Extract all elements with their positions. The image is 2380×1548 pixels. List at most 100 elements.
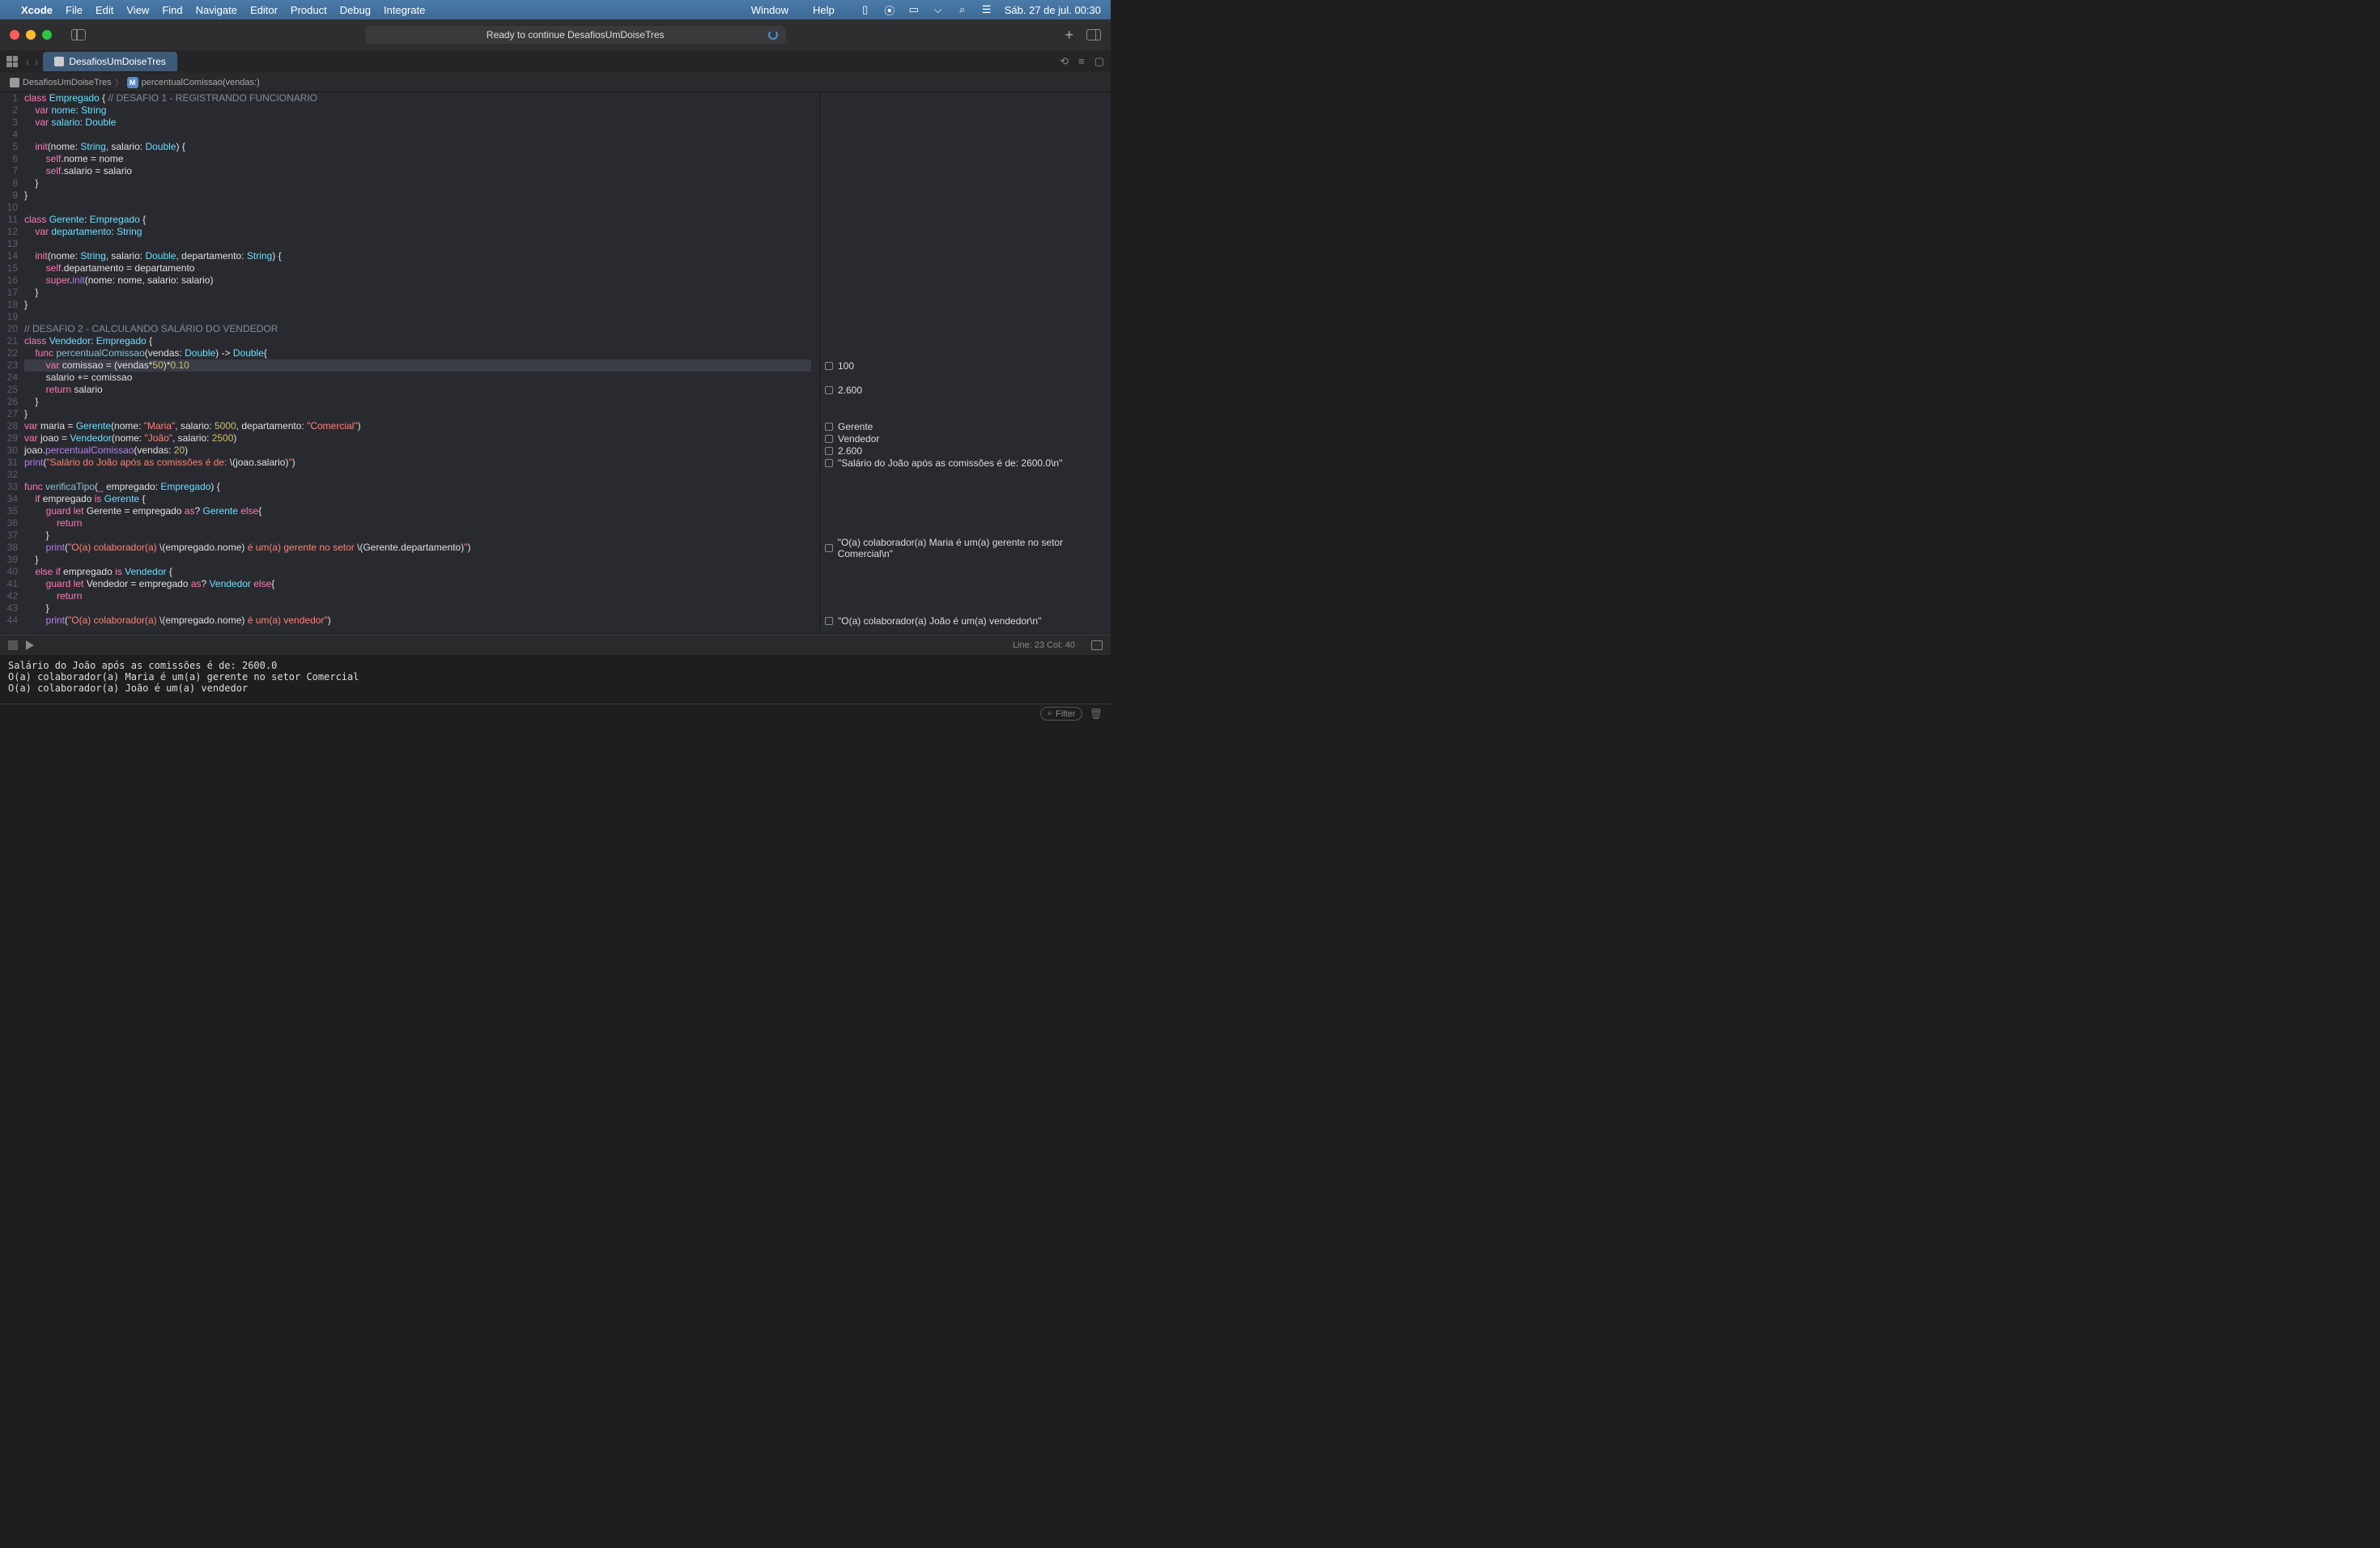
code-line[interactable]: var salario: Double: [24, 117, 811, 129]
close-button[interactable]: [10, 30, 19, 40]
code-line[interactable]: var nome: String: [24, 104, 811, 117]
screen-record-icon[interactable]: ⦿: [883, 3, 896, 16]
code-line[interactable]: }: [24, 408, 811, 420]
related-items-icon[interactable]: [6, 56, 18, 67]
menu-navigate[interactable]: Navigate: [196, 4, 237, 16]
code-line[interactable]: }: [24, 554, 811, 566]
quicklook-icon[interactable]: [825, 386, 833, 394]
battery-icon[interactable]: ▭: [907, 3, 920, 16]
menu-edit[interactable]: Edit: [96, 4, 113, 16]
filter-input[interactable]: ⌕ Filter: [1040, 707, 1083, 721]
code-line[interactable]: var departamento: String: [24, 226, 811, 238]
code-line[interactable]: [24, 238, 811, 250]
code-line[interactable]: return salario: [24, 384, 811, 396]
minimap-icon[interactable]: ≡: [1078, 55, 1085, 68]
menu-app[interactable]: Xcode: [21, 4, 53, 16]
code-line[interactable]: func verificaTipo(_ empregado: Empregado…: [24, 481, 811, 493]
menu-integrate[interactable]: Integrate: [384, 4, 425, 16]
maximize-button[interactable]: [42, 30, 52, 40]
wifi-icon[interactable]: ⌵: [932, 3, 945, 16]
quicklook-icon[interactable]: [825, 544, 833, 552]
quicklook-icon[interactable]: [825, 435, 833, 443]
add-button[interactable]: +: [1065, 27, 1073, 44]
code-line[interactable]: if empregado is Gerente {: [24, 493, 811, 505]
console-layout-icon[interactable]: [1091, 640, 1103, 650]
code-line[interactable]: // DESAFIO 2 - CALCULANDO SALÁRIO DO VEN…: [24, 323, 811, 335]
active-tab[interactable]: DesafiosUmDoiseTres: [43, 52, 177, 71]
code-line[interactable]: salario += comissao: [24, 372, 811, 384]
quicklook-icon[interactable]: [825, 459, 833, 467]
play-button[interactable]: [26, 640, 34, 650]
quicklook-icon[interactable]: [825, 423, 833, 431]
code-line[interactable]: }: [24, 602, 811, 615]
menu-window[interactable]: Window: [751, 4, 788, 16]
code-line[interactable]: }: [24, 396, 811, 408]
code-content[interactable]: class Empregado { // DESAFIO 1 - REGISTR…: [24, 92, 819, 635]
swift-mini-icon: [10, 78, 19, 87]
breadcrumb-symbol[interactable]: percentualComissao(vendas:): [142, 78, 260, 87]
code-line[interactable]: return: [24, 590, 811, 602]
menu-file[interactable]: File: [66, 4, 83, 16]
toggle-inspector-icon[interactable]: [1086, 29, 1101, 40]
code-line[interactable]: init(nome: String, salario: Double) {: [24, 141, 811, 153]
code-line[interactable]: var joao = Vendedor(nome: "João", salari…: [24, 432, 811, 444]
menubar-datetime[interactable]: Sáb. 27 de jul. 00:30: [1005, 4, 1101, 16]
code-line[interactable]: }: [24, 287, 811, 299]
code-line[interactable]: }: [24, 299, 811, 311]
code-line[interactable]: self.nome = nome: [24, 153, 811, 165]
code-line[interactable]: joao.percentualComissao(vendas: 20): [24, 444, 811, 457]
device-icon[interactable]: ▯: [859, 3, 872, 16]
code-line[interactable]: class Gerente: Empregado {: [24, 214, 811, 226]
nav-forward-icon[interactable]: ›: [35, 55, 39, 68]
refresh-icon[interactable]: ⟲: [1060, 55, 1069, 68]
jump-bar[interactable]: DesafiosUmDoiseTres 〉 M percentualComiss…: [0, 73, 1111, 92]
menu-view[interactable]: View: [126, 4, 149, 16]
result-line: [820, 104, 1111, 117]
code-line[interactable]: print("Salário do João após as comissões…: [24, 457, 811, 469]
code-line[interactable]: super.init(nome: nome, salario: salario): [24, 274, 811, 287]
quicklook-icon[interactable]: [825, 362, 833, 370]
code-line[interactable]: guard let Gerente = empregado as? Gerent…: [24, 505, 811, 517]
quicklook-icon[interactable]: [825, 447, 833, 455]
stop-button[interactable]: [8, 640, 18, 650]
code-editor[interactable]: 1234567891011121314151617181920212223242…: [0, 92, 819, 635]
breadcrumb-project[interactable]: DesafiosUmDoiseTres: [23, 78, 112, 87]
code-line[interactable]: var maria = Gerente(nome: "Maria", salar…: [24, 420, 811, 432]
minimize-button[interactable]: [26, 30, 36, 40]
menu-product[interactable]: Product: [291, 4, 327, 16]
result-line: [820, 590, 1111, 602]
code-line[interactable]: [24, 129, 811, 141]
menu-find[interactable]: Find: [162, 4, 182, 16]
code-line[interactable]: class Empregado { // DESAFIO 1 - REGISTR…: [24, 92, 811, 104]
code-line[interactable]: else if empregado is Vendedor {: [24, 566, 811, 578]
quicklook-icon[interactable]: [825, 617, 833, 625]
menu-help[interactable]: Help: [813, 4, 835, 16]
adjust-editor-icon[interactable]: ▢: [1094, 55, 1104, 68]
code-line[interactable]: }: [24, 189, 811, 202]
code-line[interactable]: guard let Vendedor = empregado as? Vende…: [24, 578, 811, 590]
code-line[interactable]: print("O(a) colaborador(a) \(empregado.n…: [24, 615, 811, 627]
result-value: Gerente: [838, 421, 873, 432]
search-icon[interactable]: ⌕: [956, 3, 969, 16]
code-line[interactable]: }: [24, 177, 811, 189]
code-line[interactable]: var comissao = (vendas*50)*0.10: [24, 359, 811, 372]
code-line[interactable]: }: [24, 529, 811, 542]
code-line[interactable]: self.departamento = departamento: [24, 262, 811, 274]
code-line[interactable]: class Vendedor: Empregado {: [24, 335, 811, 347]
code-line[interactable]: self.salario = salario: [24, 165, 811, 177]
menu-debug[interactable]: Debug: [340, 4, 371, 16]
code-line[interactable]: [24, 202, 811, 214]
menu-editor[interactable]: Editor: [250, 4, 278, 16]
nav-back-icon[interactable]: ‹: [26, 55, 30, 68]
code-line[interactable]: return: [24, 517, 811, 529]
code-line[interactable]: func percentualComissao(vendas: Double) …: [24, 347, 811, 359]
activity-status[interactable]: Ready to continue DesafiosUmDoiseTres: [365, 26, 786, 44]
toggle-navigator-icon[interactable]: [71, 29, 86, 40]
code-line[interactable]: [24, 311, 811, 323]
code-line[interactable]: print("O(a) colaborador(a) \(empregado.n…: [24, 542, 811, 554]
console-output[interactable]: Salário do João após as comissões é de: …: [0, 655, 1111, 704]
control-center-icon[interactable]: ☰: [980, 3, 993, 16]
code-line[interactable]: init(nome: String, salario: Double, depa…: [24, 250, 811, 262]
clear-console-icon[interactable]: 🗑: [1089, 708, 1103, 721]
code-line[interactable]: [24, 469, 811, 481]
